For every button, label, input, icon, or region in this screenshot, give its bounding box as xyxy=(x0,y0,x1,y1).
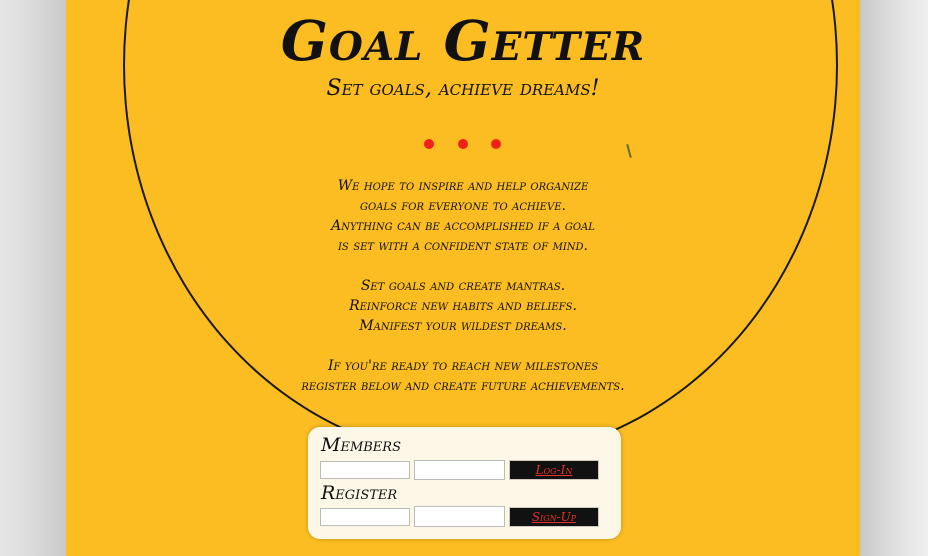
register-password-input[interactable] xyxy=(414,506,505,527)
intro-paragraph-1: We hope to inspire and help organize goa… xyxy=(66,176,860,256)
intro-line: We hope to inspire and help organize xyxy=(337,178,589,194)
separator-dot xyxy=(491,139,501,149)
intro-text: We hope to inspire and help organize goa… xyxy=(66,176,860,416)
signup-button[interactable]: Sign-Up xyxy=(509,507,599,527)
page-subtitle: Set goals, achieve dreams! xyxy=(326,76,600,101)
separator-dot xyxy=(458,139,468,149)
intro-line: is set with a confident state of mind. xyxy=(337,238,588,254)
intro-line: Manifest your wildest dreams. xyxy=(359,318,567,334)
dot-separator xyxy=(424,139,504,151)
register-username-input[interactable] xyxy=(320,508,410,526)
members-username-input[interactable] xyxy=(320,461,410,479)
intro-paragraph-2: Set goals and create mantras. Reinforce … xyxy=(66,276,860,336)
intro-line: Set goals and create mantras. xyxy=(360,278,566,294)
register-heading: Register xyxy=(321,482,398,504)
frame-left-edge xyxy=(0,0,66,556)
page-title: Goal Getter xyxy=(280,8,646,73)
frame-right-edge xyxy=(860,0,928,556)
separator-dot xyxy=(424,139,434,149)
auth-panel: Members Log-In Register Sign-Up xyxy=(308,427,621,539)
intro-line: Reinforce new habits and beliefs. xyxy=(349,298,577,314)
intro-line: goals for everyone to achieve. xyxy=(360,198,566,214)
intro-line: register below and create future achieve… xyxy=(301,378,625,394)
intro-line: Anything can be accomplished if a goal xyxy=(331,218,595,234)
members-heading: Members xyxy=(321,434,401,456)
intro-line: If you're ready to reach new milestones xyxy=(327,358,599,374)
members-password-input[interactable] xyxy=(414,460,505,480)
intro-paragraph-3: If you're ready to reach new milestones … xyxy=(66,356,860,396)
login-button[interactable]: Log-In xyxy=(509,460,599,480)
poster-background: Goal Getter Set goals, achieve dreams! W… xyxy=(66,0,860,556)
